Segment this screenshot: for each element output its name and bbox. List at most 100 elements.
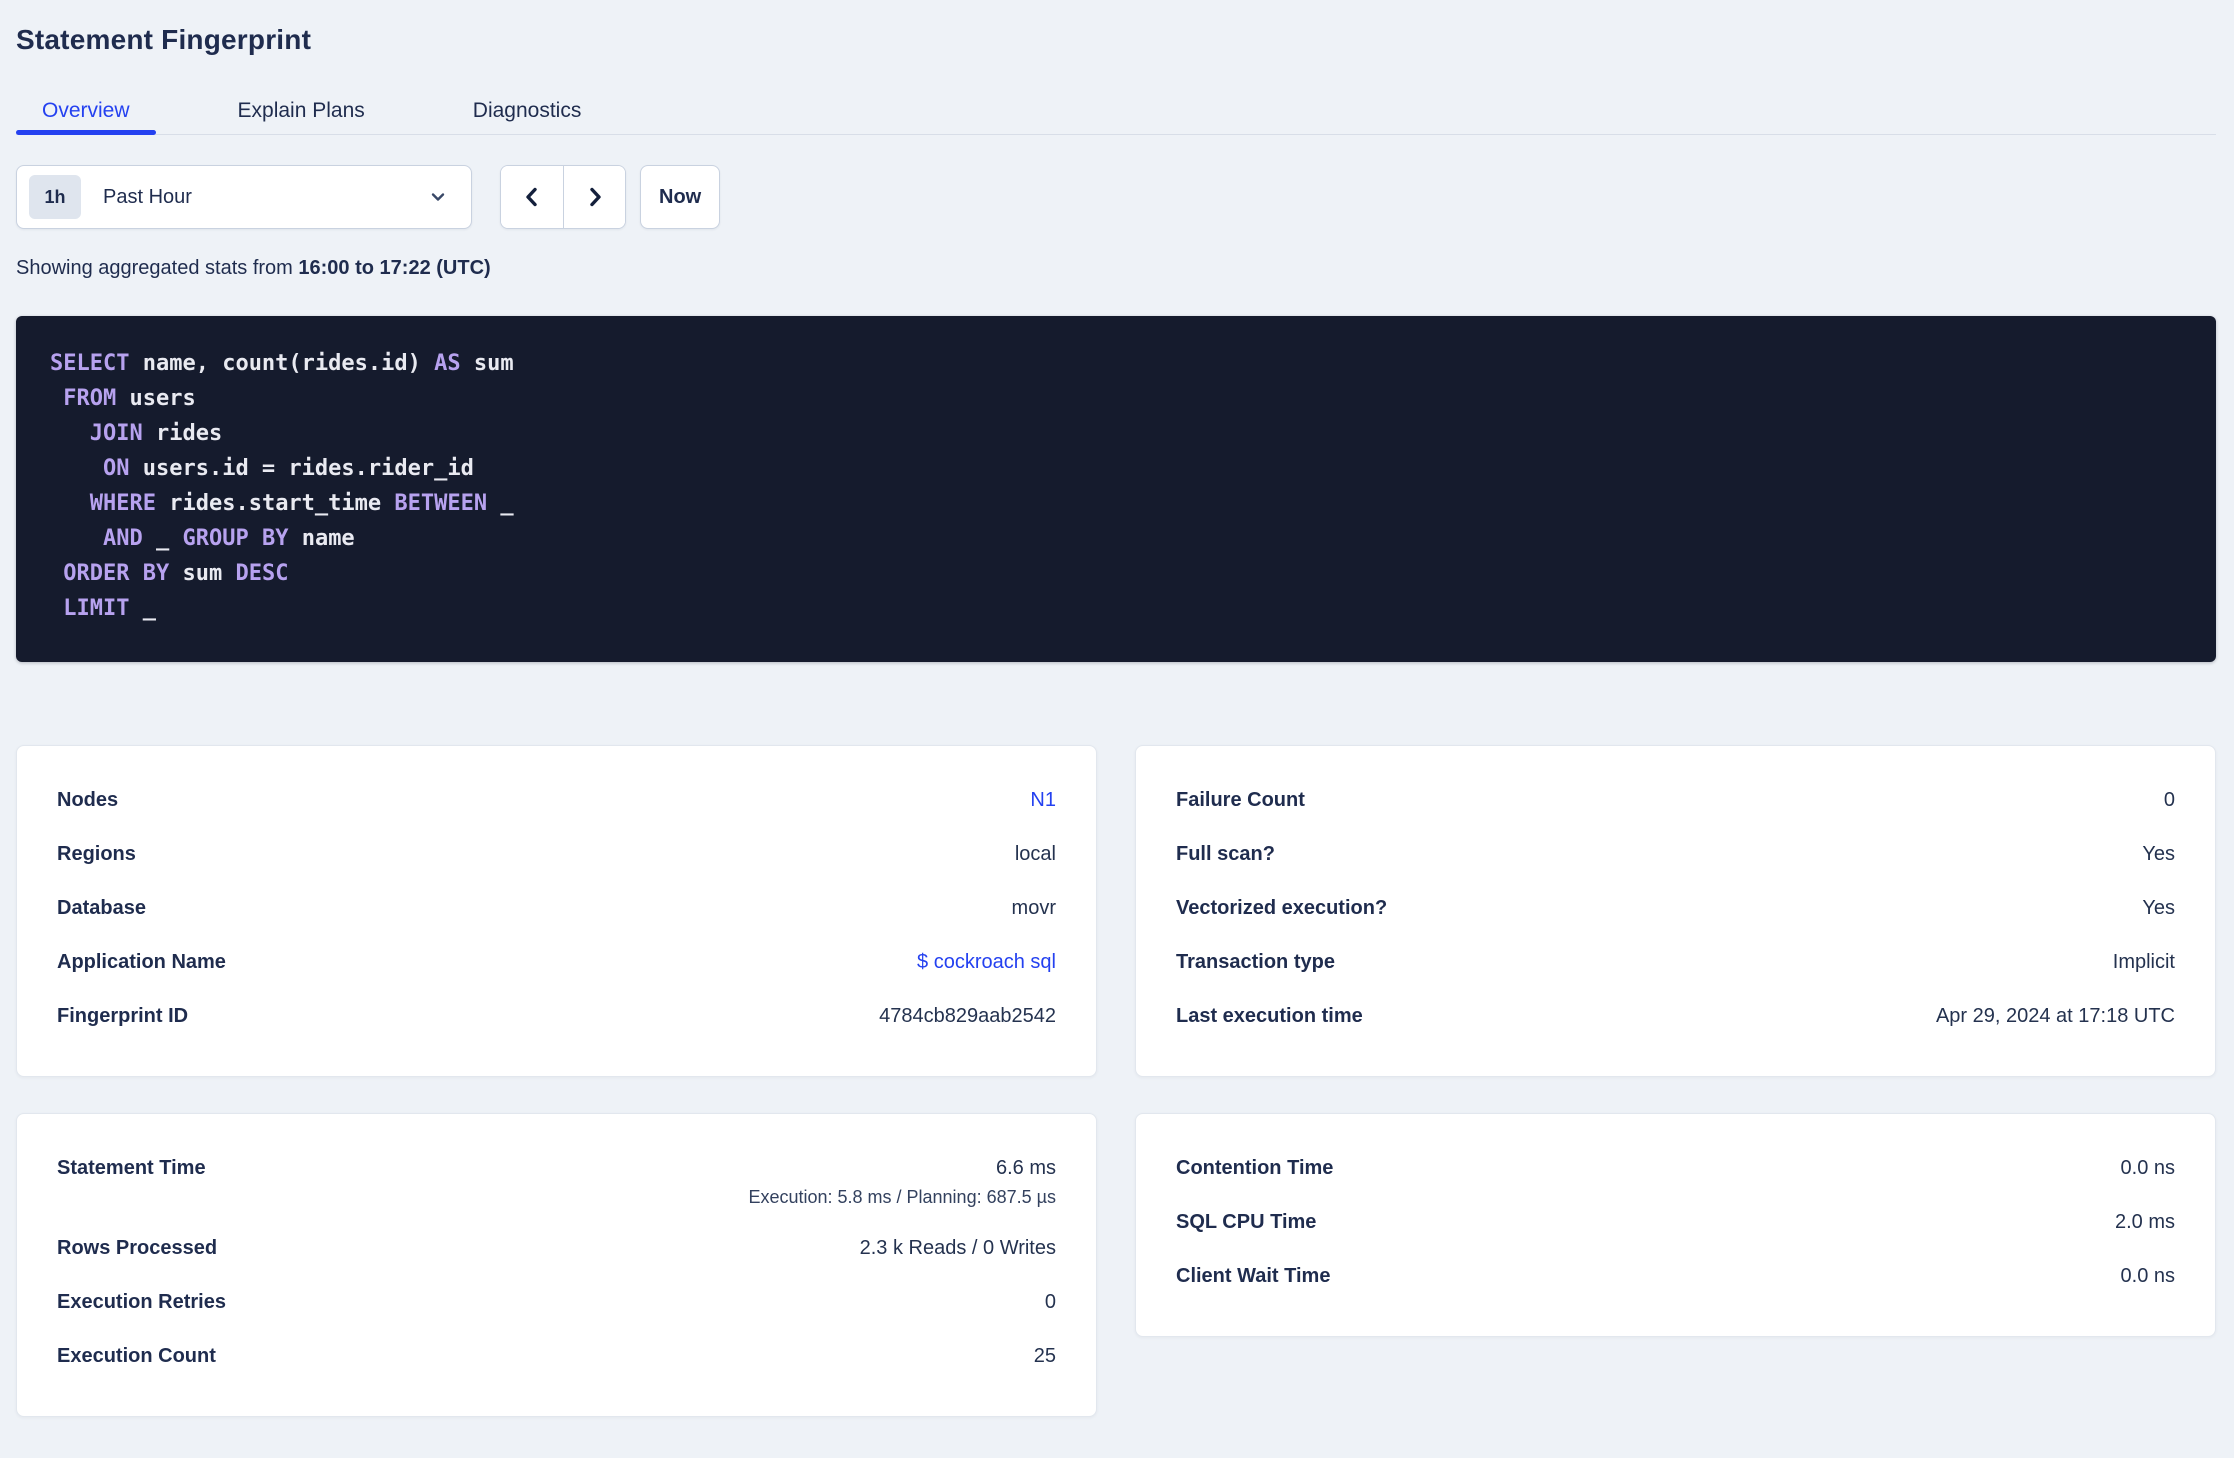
tabs-bar: Overview Explain Plans Diagnostics bbox=[16, 88, 2216, 135]
sql-keyword: SELECT bbox=[50, 351, 130, 376]
summary-range: 16:00 to 17:22 (UTC) bbox=[298, 257, 491, 279]
stat-value: 6.6 ms bbox=[995, 1157, 1056, 1179]
stat-label: Vectorized execution? bbox=[1176, 897, 1388, 919]
stat-row: Execution Count 25 bbox=[57, 1340, 1056, 1372]
sql-text: _ bbox=[487, 491, 514, 516]
stat-subvalue: Execution: 5.8 ms / Planning: 687.5 µs bbox=[748, 1187, 1056, 1207]
now-button[interactable]: Now bbox=[640, 165, 721, 229]
stat-value: Implicit bbox=[2112, 951, 2175, 973]
sql-keyword: LIMIT bbox=[63, 596, 130, 621]
stat-value: 4784cb829aab2542 bbox=[879, 1005, 1056, 1027]
stat-value: Yes bbox=[2142, 897, 2175, 919]
stat-row: Execution Retries 0 bbox=[57, 1286, 1056, 1318]
next-interval-button[interactable] bbox=[563, 166, 625, 228]
stat-value-group: 2.3 k Reads / 0 Writes bbox=[860, 1232, 1056, 1264]
stat-label: Execution Count bbox=[57, 1345, 216, 1367]
chevron-down-icon bbox=[429, 188, 447, 206]
stat-label: Nodes bbox=[57, 789, 119, 811]
stat-value: Yes bbox=[2142, 843, 2175, 865]
sql-text: name, count(rides.id) bbox=[129, 351, 435, 376]
stat-value-group: local bbox=[1015, 838, 1056, 870]
summary-prefix: Showing aggregated stats from bbox=[16, 257, 299, 279]
stat-row: Fingerprint ID 4784cb829aab2542 bbox=[57, 1000, 1056, 1032]
stat-value-group: 0 bbox=[1045, 1286, 1056, 1318]
stat-value-group: N1 bbox=[1030, 784, 1056, 816]
stat-row: Last execution time Apr 29, 2024 at 17:18… bbox=[1176, 1000, 2175, 1032]
stat-value-group: 0.0 ns bbox=[2121, 1260, 2175, 1292]
sql-line: ORDER BY sum DESC bbox=[50, 556, 2186, 591]
stat-value-group: Yes bbox=[2142, 838, 2175, 870]
stat-label: Full scan? bbox=[1176, 843, 1275, 865]
stat-row: Rows Processed 2.3 k Reads / 0 Writes bbox=[57, 1232, 1056, 1264]
time-controls: 1h Past Hour Now bbox=[16, 165, 2216, 229]
chevron-left-icon bbox=[521, 186, 543, 208]
timing-cards-row: Statement Time 6.6 ms Execution: 5.8 ms / … bbox=[16, 1113, 2216, 1417]
sql-text: users.id = rides.rider_id bbox=[129, 456, 474, 481]
time-range-label: Past Hour bbox=[103, 185, 192, 208]
stat-value-group: movr bbox=[1012, 892, 1056, 924]
stat-value: 2.3 k Reads / 0 Writes bbox=[859, 1237, 1056, 1259]
previous-interval-button[interactable] bbox=[501, 166, 563, 228]
stat-label: SQL CPU Time bbox=[1176, 1211, 1317, 1233]
aggregated-stats-summary: Showing aggregated stats from 16:00 to 1… bbox=[16, 257, 2216, 280]
tab-diagnostics[interactable]: Diagnostics bbox=[447, 88, 608, 134]
stat-label: Last execution time bbox=[1176, 1005, 1363, 1027]
sql-keyword: JOIN bbox=[89, 421, 143, 446]
sql-text: _ bbox=[129, 596, 156, 621]
sql-line: WHERE rides.start_time BETWEEN _ bbox=[50, 486, 2186, 521]
stat-row: Full scan? Yes bbox=[1176, 838, 2175, 870]
stat-value-group: Apr 29, 2024 at 17:18 UTC bbox=[1936, 1000, 2175, 1032]
stat-value-link[interactable]: N1 bbox=[1030, 784, 1056, 816]
time-range-dropdown[interactable]: 1h Past Hour bbox=[16, 165, 472, 229]
sql-text: rides.start_time bbox=[155, 491, 395, 516]
tab-explain-plans[interactable]: Explain Plans bbox=[212, 88, 391, 134]
stat-row: Database movr bbox=[57, 892, 1056, 924]
stat-row: Nodes N1 bbox=[57, 784, 1056, 816]
stat-value-group: 6.6 ms Execution: 5.8 ms / Planning: 687.… bbox=[748, 1152, 1056, 1210]
sql-line: ON users.id = rides.rider_id bbox=[50, 451, 2186, 486]
execution-attributes-card: Failure Count 0 Full scan? Yes Vectorized ex… bbox=[1135, 745, 2216, 1077]
stat-value: 0.0 ns bbox=[2120, 1157, 2175, 1179]
sql-keyword: ON bbox=[102, 456, 130, 481]
stat-label: Rows Processed bbox=[57, 1237, 218, 1259]
sql-keyword: ORDER BY bbox=[63, 561, 170, 586]
stat-row: Contention Time 0.0 ns bbox=[1176, 1152, 2175, 1184]
stat-value: 0.0 ns bbox=[2120, 1265, 2175, 1287]
stat-value-group: 0.0 ns bbox=[2121, 1152, 2175, 1184]
stat-value-group: 4784cb829aab2542 bbox=[879, 1000, 1056, 1032]
stat-row: Failure Count 0 bbox=[1176, 784, 2175, 816]
details-cards-row: Nodes N1 Regions local Database movr Applicati… bbox=[16, 745, 2216, 1077]
time-step-group bbox=[500, 165, 626, 229]
stat-value: 0 bbox=[1044, 1291, 1056, 1313]
sql-line: AND _ GROUP BY name bbox=[50, 521, 2186, 556]
stat-row: Vectorized execution? Yes bbox=[1176, 892, 2175, 924]
stat-value-link[interactable]: $ cockroach sql bbox=[917, 946, 1056, 978]
sql-keyword: AND bbox=[102, 526, 143, 551]
stat-value: 2.0 ms bbox=[2114, 1211, 2175, 1233]
tab-overview[interactable]: Overview bbox=[16, 88, 156, 135]
stat-value-group: 2.0 ms bbox=[2115, 1206, 2175, 1238]
sql-line: SELECT name, count(rides.id) AS sum bbox=[50, 346, 2186, 381]
stat-label: Regions bbox=[57, 843, 136, 865]
stat-row: Regions local bbox=[57, 838, 1056, 870]
wait-time-card: Contention Time 0.0 ns SQL CPU Time 2.0 ms C… bbox=[1135, 1113, 2216, 1337]
sql-text: rides bbox=[142, 421, 223, 446]
stat-value-group: Implicit bbox=[2113, 946, 2175, 978]
stat-row: SQL CPU Time 2.0 ms bbox=[1176, 1206, 2175, 1238]
stat-label: Transaction type bbox=[1176, 951, 1335, 973]
sql-line: JOIN rides bbox=[50, 416, 2186, 451]
sql-text: name bbox=[288, 526, 355, 551]
stat-label: Execution Retries bbox=[57, 1291, 226, 1313]
sql-keyword: GROUP BY bbox=[182, 526, 289, 551]
sql-keyword: WHERE bbox=[89, 491, 156, 516]
stat-value-group: Yes bbox=[2142, 892, 2175, 924]
stat-label: Statement Time bbox=[57, 1157, 206, 1179]
sql-keyword: AS bbox=[434, 351, 461, 376]
stat-row: Application Name $ cockroach sql bbox=[57, 946, 1056, 978]
